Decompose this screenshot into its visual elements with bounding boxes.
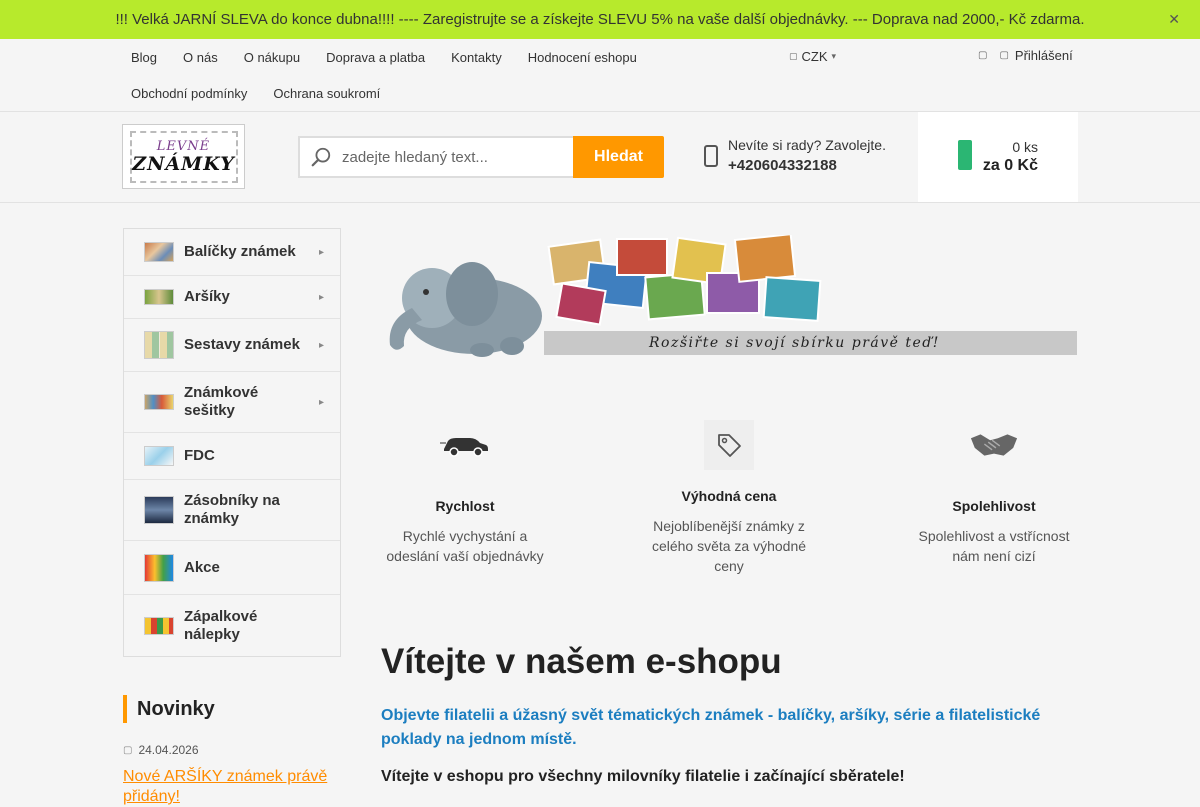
category-thumbnail bbox=[144, 616, 174, 635]
promo-bar: !!! Velká JARNÍ SLEVA do konce dubna!!!!… bbox=[0, 0, 1200, 39]
category-label: Balíčky známek bbox=[184, 243, 296, 260]
category-thumbnail bbox=[144, 289, 174, 305]
site-logo[interactable]: LEVNÉ ZNÁMKY bbox=[123, 125, 244, 188]
phone-icon bbox=[704, 144, 718, 167]
category-label: Aršíky bbox=[184, 288, 230, 305]
logo-line2: ZNÁMKY bbox=[132, 152, 235, 175]
category-thumbnail bbox=[144, 394, 174, 410]
chevron-down-icon: ▾ bbox=[831, 51, 837, 61]
promo-banner[interactable]: Rozšiřte si svojí sbírku právě teď! bbox=[382, 235, 1077, 357]
category-zasobniky-na-znamky[interactable]: Zásobníky na známky bbox=[124, 480, 340, 541]
currency-icon: ▢ bbox=[789, 51, 798, 61]
elephant-image bbox=[389, 262, 542, 357]
benefit-description: Spolehlivost a vstřícnost nám není cizí bbox=[918, 528, 1070, 564]
phone-number[interactable]: +420604332188 bbox=[728, 157, 886, 174]
logo-line1: LEVNÉ bbox=[156, 138, 211, 154]
benefit-rychlost: Rychlost Rychlé vychystání a odeslání va… bbox=[380, 420, 550, 566]
banner-strip: Rozšiřte si svojí sbírku právě teď! bbox=[544, 331, 1077, 355]
cart-quantity: 0 ks bbox=[1012, 139, 1038, 155]
stamps-collage-image bbox=[547, 235, 822, 326]
cart-widget[interactable]: 0 ks za 0 Kč bbox=[918, 112, 1078, 202]
news-date: ▢ 24.04.2026 bbox=[123, 743, 341, 757]
login-label: Přihlášení bbox=[1014, 48, 1073, 63]
search-form: Hledat bbox=[298, 136, 664, 178]
benefit-description: Nejoblíbenější známky z celého světa za … bbox=[651, 518, 807, 574]
category-balicky-znamek[interactable]: Balíčky známek ▸ bbox=[124, 229, 340, 276]
category-arsiky[interactable]: Aršíky ▸ bbox=[124, 276, 340, 319]
sale-tags-icon bbox=[144, 553, 174, 582]
car-icon bbox=[440, 420, 490, 470]
benefit-description: Rychlé vychystání a odeslání vaší objedn… bbox=[386, 528, 544, 564]
category-label: Sestavy známek bbox=[184, 336, 300, 353]
category-menu: Balíčky známek ▸ Aršíky ▸ Sestavy známek… bbox=[123, 228, 341, 657]
category-label: Známkové sešitky bbox=[184, 384, 259, 419]
nav-link-doprava-a-platba[interactable]: Doprava a platba bbox=[313, 50, 438, 65]
category-sestavy-znamek[interactable]: Sestavy známek ▸ bbox=[124, 319, 340, 372]
nav-link-kontakty[interactable]: Kontakty bbox=[438, 50, 515, 65]
calendar-icon: ▢ bbox=[123, 744, 133, 756]
benefit-title: Výhodná cena bbox=[681, 488, 777, 504]
page-title: Vítejte v našem e-shopu bbox=[381, 642, 782, 681]
cart-price: za 0 Kč bbox=[982, 157, 1038, 174]
nav-link-hodnoceni-eshopu[interactable]: Hodnocení eshopu bbox=[515, 50, 650, 65]
category-thumbnail bbox=[144, 242, 174, 262]
user-box: ▢ ▢ Přihlášení bbox=[978, 48, 1073, 63]
cart-small-icon[interactable]: ▢ bbox=[978, 50, 987, 61]
user-icon: ▢ bbox=[999, 50, 1009, 61]
price-tag-icon bbox=[704, 420, 754, 470]
nav-link-o-nakupu[interactable]: O nákupu bbox=[231, 50, 313, 65]
help-text: Nevíte si rady? Zavolejte. bbox=[728, 137, 886, 153]
category-thumbnail bbox=[144, 331, 174, 359]
help-contact: Nevíte si rady? Zavolejte. +420604332188 bbox=[704, 137, 886, 174]
currency-label: CZK bbox=[801, 49, 828, 64]
benefit-title: Rychlost bbox=[435, 498, 495, 514]
category-label: Zápalkové nálepky bbox=[184, 607, 258, 643]
benefit-title: Spolehlivost bbox=[952, 498, 1036, 514]
welcome-lead: Objevte filatelii a úžasný svět tématick… bbox=[381, 707, 1041, 748]
search-button[interactable]: Hledat bbox=[573, 136, 664, 178]
news-title: Novinky bbox=[123, 695, 341, 723]
category-label: Akce bbox=[184, 558, 220, 576]
currency-selector[interactable]: ▢ CZK ▾ bbox=[789, 49, 836, 64]
site-header: LEVNÉ ZNÁMKY Hledat Nevíte si rady? Zavo… bbox=[0, 112, 1200, 203]
news-item-link[interactable]: Nové ARŠÍKY známek právě přidány! bbox=[123, 767, 341, 807]
category-thumbnail bbox=[144, 446, 174, 466]
chevron-right-icon: ▸ bbox=[318, 291, 324, 303]
benefit-vyhodna-cena: Výhodná cena Nejoblíbenější známky z cel… bbox=[644, 420, 814, 576]
close-icon[interactable]: ✕ bbox=[1168, 11, 1180, 28]
login-link[interactable]: ▢ Přihlášení bbox=[999, 48, 1072, 63]
search-field bbox=[298, 136, 573, 178]
promo-text: !!! Velká JARNÍ SLEVA do konce dubna!!!!… bbox=[115, 11, 1085, 28]
category-akce[interactable]: Akce bbox=[124, 541, 340, 595]
search-icon bbox=[311, 147, 331, 167]
top-navigation: Blog O nás O nákupu Doprava a platba Kon… bbox=[0, 39, 1200, 112]
category-znamkove-sesitky[interactable]: Známkové sešitky ▸ bbox=[124, 372, 340, 433]
category-thumbnail bbox=[144, 496, 174, 524]
chevron-right-icon: ▸ bbox=[318, 396, 324, 408]
info-links: Blog O nás O nákupu Doprava a platba Kon… bbox=[118, 39, 678, 111]
chevron-right-icon: ▸ bbox=[318, 339, 324, 351]
category-fdc[interactable]: FDC bbox=[124, 433, 340, 480]
category-label: FDC bbox=[184, 447, 215, 464]
banner-slogan: Rozšiřte si svojí sbírku právě teď! bbox=[649, 335, 940, 351]
welcome-subtitle: Vítejte v eshopu pro všechny milovníky f… bbox=[381, 768, 905, 785]
nav-link-obchodni-podminky[interactable]: Obchodní podmínky bbox=[118, 86, 260, 101]
search-input[interactable] bbox=[342, 148, 562, 166]
news-section: Novinky ▢ 24.04.2026 Nové ARŠÍKY známek … bbox=[123, 695, 341, 807]
cart-icon bbox=[958, 140, 972, 170]
chevron-right-icon: ▸ bbox=[318, 246, 324, 258]
category-zapalkove-nalepky[interactable]: Zápalkové nálepky bbox=[124, 595, 340, 656]
news-date-text: 24.04.2026 bbox=[138, 743, 199, 757]
nav-link-blog[interactable]: Blog bbox=[118, 50, 170, 65]
category-label: Zásobníky na známky bbox=[184, 492, 280, 527]
handshake-icon bbox=[969, 420, 1019, 470]
benefit-spolehlivost: Spolehlivost Spolehlivost a vstřícnost n… bbox=[909, 420, 1079, 566]
nav-link-o-nas[interactable]: O nás bbox=[170, 50, 231, 65]
nav-link-ochrana-soukromi[interactable]: Ochrana soukromí bbox=[260, 86, 393, 101]
welcome-section: Vítejte v našem e-shopu Objevte filateli… bbox=[381, 640, 1081, 786]
